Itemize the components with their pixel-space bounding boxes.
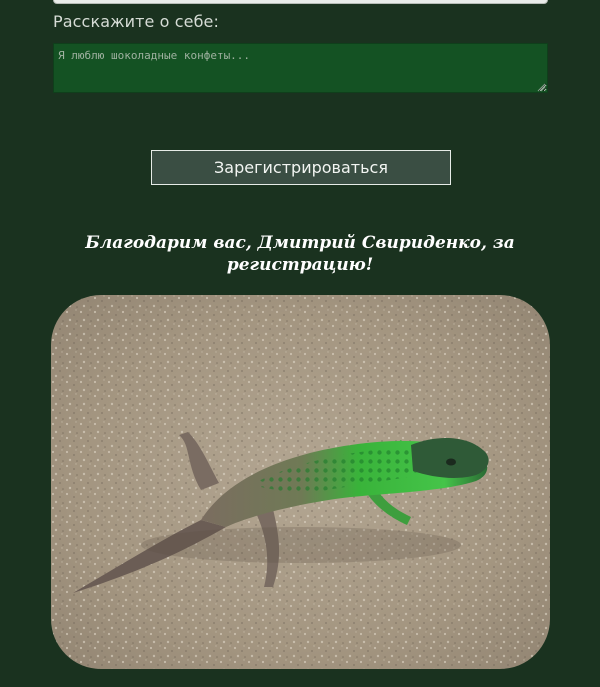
about-textarea[interactable] [53, 43, 548, 93]
lizard-image [51, 295, 550, 669]
about-label: Расскажите о себе: [53, 12, 219, 31]
previous-input-edge[interactable] [53, 0, 548, 4]
thank-you-message: Благодарим вас, Дмитрий Свириденко, за р… [85, 233, 515, 275]
register-button[interactable]: Зарегистрироваться [151, 150, 451, 185]
lizard-photo [51, 295, 550, 669]
